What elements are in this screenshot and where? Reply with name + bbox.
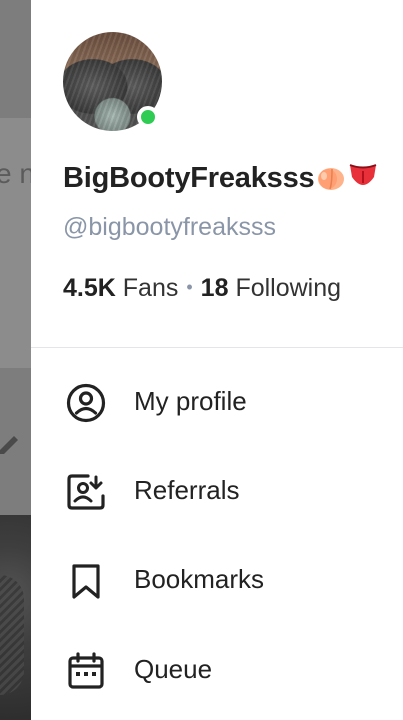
display-name-text: BigBootyFreaksss [63,162,315,194]
online-status-indicator [137,106,159,128]
calendar-icon [68,652,104,689]
referrals-icon [67,474,105,510]
peach-emoji-icon [318,168,345,190]
bookmark-icon [72,564,100,599]
side-drawer: BigBootyFreaksss @bigbootyfreaksss 4.5K … [31,0,403,720]
following-stat[interactable]: 18 Following [201,274,341,302]
tongue-emoji-icon [350,164,377,185]
profile-stats: 4.5K Fans • 18 Following [63,274,341,303]
divider [31,347,403,348]
menu-item-label: Referrals [134,475,240,505]
menu-item-label: Bookmarks [134,564,265,594]
menu-item-label: My profile [134,386,247,416]
background-partial-text: e n [0,158,35,189]
fans-label: Fans [122,274,179,302]
user-circle-icon [66,383,106,423]
following-count: 18 [200,274,229,302]
menu-item-my-profile[interactable]: My profile [31,372,403,432]
stats-separator: • [186,277,193,297]
fans-stat[interactable]: 4.5K Fans [63,274,178,302]
menu-item-queue[interactable]: Queue [31,640,403,700]
avatar[interactable] [63,32,162,131]
fans-count: 4.5K [63,274,116,302]
profile-handle: @bigbootyfreaksss [63,213,276,241]
pencil-icon [0,436,18,454]
menu-item-bookmarks[interactable]: Bookmarks [31,550,403,610]
menu-item-referrals[interactable]: Referrals [31,461,403,521]
profile-display-name[interactable]: BigBootyFreaksss [63,162,378,195]
following-label: Following [235,274,342,302]
menu-item-label: Queue [134,654,213,684]
